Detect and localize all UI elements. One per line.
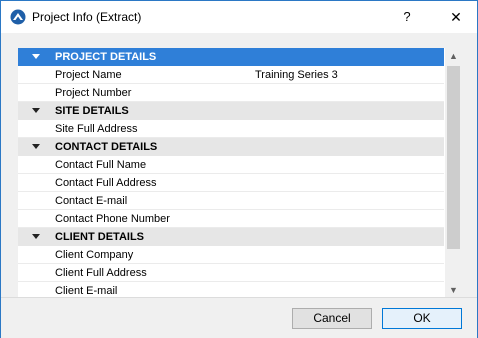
section-header-label: CONTACT DETAILS: [55, 141, 158, 153]
window-title: Project Info (Extract): [32, 10, 142, 24]
section-header[interactable]: CONTACT DETAILS: [18, 138, 444, 156]
field-label: Project Name: [55, 69, 122, 81]
field-row[interactable]: Contact E-mail: [18, 192, 444, 210]
help-button[interactable]: ?: [397, 7, 417, 27]
section-header-label: SITE DETAILS: [55, 105, 129, 117]
tree-rows: PROJECT DETAILS Project Name Training Seri…: [18, 48, 444, 299]
scroll-thumb[interactable]: [447, 66, 460, 249]
section-header[interactable]: CLIENT DETAILS: [18, 228, 444, 246]
field-row[interactable]: Client Full Address: [18, 264, 444, 282]
project-info-dialog: Project Info (Extract) ? ✕ PROJECT DETAI…: [0, 0, 478, 338]
close-button[interactable]: ✕: [446, 7, 466, 27]
field-label: Contact E-mail: [55, 195, 128, 207]
field-row[interactable]: Contact Phone Number: [18, 210, 444, 228]
field-value[interactable]: Training Series 3: [255, 66, 338, 84]
field-row[interactable]: Client Company: [18, 246, 444, 264]
field-label: Contact Phone Number: [55, 213, 170, 225]
scroll-up-arrow-icon[interactable]: ▲: [445, 48, 462, 65]
field-label: Project Number: [55, 87, 132, 99]
field-label: Contact Full Address: [55, 177, 157, 189]
ok-button[interactable]: OK: [382, 308, 462, 329]
field-label: Site Full Address: [55, 123, 138, 135]
field-row[interactable]: Contact Full Name: [18, 156, 444, 174]
section-header[interactable]: SITE DETAILS: [18, 102, 444, 120]
collapse-arrow-icon[interactable]: [32, 144, 40, 149]
collapse-arrow-icon[interactable]: [32, 54, 40, 59]
cancel-button[interactable]: Cancel: [292, 308, 372, 329]
field-row[interactable]: Contact Full Address: [18, 174, 444, 192]
field-label: Contact Full Name: [55, 159, 147, 171]
section-header[interactable]: PROJECT DETAILS: [18, 48, 444, 66]
section-header-label: PROJECT DETAILS: [55, 51, 157, 63]
project-info-tree: PROJECT DETAILS Project Name Training Seri…: [18, 48, 462, 299]
field-row[interactable]: Project Name Training Series 3: [18, 66, 444, 84]
field-label: Client Full Address: [55, 267, 147, 279]
field-row[interactable]: Project Number: [18, 84, 444, 102]
vertical-scrollbar[interactable]: ▲ ▼: [445, 48, 462, 299]
field-label: Client Company: [55, 249, 134, 261]
dialog-footer: Cancel OK: [1, 297, 477, 338]
section-header-label: CLIENT DETAILS: [55, 231, 145, 243]
collapse-arrow-icon[interactable]: [32, 234, 40, 239]
title-bar[interactable]: Project Info (Extract) ? ✕: [1, 1, 477, 33]
field-row[interactable]: Site Full Address: [18, 120, 444, 138]
archicad-app-icon: [10, 9, 26, 25]
collapse-arrow-icon[interactable]: [32, 108, 40, 113]
